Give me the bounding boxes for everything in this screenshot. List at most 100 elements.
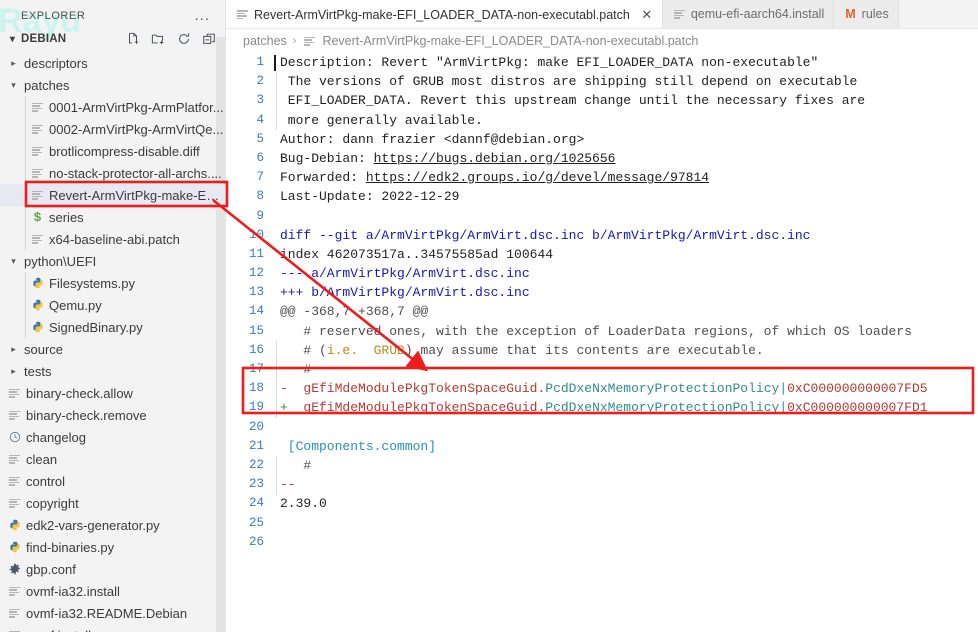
new-folder-icon[interactable] [151,32,166,46]
tree-file-row[interactable]: ovmf-ia32.install [0,580,225,602]
tree-file-row[interactable]: gbp.conf [0,558,225,580]
line-number: 6 [256,150,264,165]
tree-folder-row[interactable]: ▾ python\UEFI [0,250,225,272]
code-text[interactable]: @@ -368,7 +368,7 @@ [274,302,978,321]
tree-item-label: x64-baseline-abi.patch [49,231,180,247]
chevron-down-icon: ▾ [11,79,16,90]
sidebar-section-debian[interactable]: ▾ DEBIAN [0,27,225,51]
tree-file-row[interactable]: $ series [0,206,225,228]
tree-file-row[interactable]: 0001-ArmVirtPkg-ArmPlatfor... [0,96,225,118]
tree-file-row[interactable]: control [0,470,225,492]
code-text[interactable]: +++ b/ArmVirtPkg/ArmVirt.dsc.inc [274,283,978,302]
explorer-more-actions-icon[interactable]: ... [194,8,215,23]
code-text[interactable]: 2.39.0 [274,494,978,513]
line-number: 11 [248,246,264,261]
code-text[interactable]: index 462073517a..34575585ad 100644 [274,245,978,264]
line-number: 13 [248,285,264,300]
editor-tab[interactable]: Mrules [834,0,899,28]
code-text[interactable]: Description: Revert "ArmVirtPkg: make EF… [274,53,978,72]
tree-file-row[interactable]: binary-check.allow [0,382,225,404]
code-token: PcdDxeNxMemoryProtectionPolicy [545,400,780,416]
python-file-icon [29,277,46,289]
tree-folder-row[interactable]: ▸ tests [0,360,225,382]
code-line: 11 index 462073517a..34575585ad 100644 [226,245,978,264]
tree-file-row[interactable]: binary-check.remove [0,404,225,426]
code-text[interactable]: Bug-Debian: https://bugs.debian.org/1025… [274,149,978,168]
line-number: 23 [248,477,264,492]
code-text[interactable]: Author: dann frazier <dannf@debian.org> [274,130,978,149]
tree-file-row[interactable]: 0002-ArmVirtPkg-ArmVirtQe... [0,118,225,140]
code-token: PcdDxeNxMemoryProtectionPolicy [545,381,780,397]
code-editor[interactable]: 1 Description: Revert "ArmVirtPkg: make E… [226,53,978,632]
chevron-right-icon: › [292,35,297,47]
chevron-right-icon: ▸ [11,343,16,354]
refresh-icon[interactable] [177,32,191,46]
tree-file-row[interactable]: ovmf-ia32.README.Debian [0,602,225,624]
shell-script-icon: $ [33,209,42,225]
gear-icon [6,563,23,575]
tree-file-row[interactable]: clean [0,448,225,470]
breadcrumb-folder[interactable]: patches [243,34,287,48]
tree-item-label: binary-check.remove [26,407,147,423]
tree-file-row[interactable]: edk2-vars-generator.py [0,514,225,536]
breadcrumb-file[interactable]: Revert-ArmVirtPkg-make-EFI_LOADER_DATA-n… [322,34,698,48]
sidebar-section-label: DEBIAN [21,33,67,45]
code-text[interactable]: --- a/ArmVirtPkg/ArmVirt.dsc.inc [274,264,978,283]
editor-tab[interactable]: qemu-efi-aarch64.install [662,0,835,28]
code-line: 21 [Components.common] [226,437,978,456]
code-text[interactable]: diff --git a/ArmVirtPkg/ArmVirt.dsc.inc … [274,226,978,245]
code-line: 25 [226,514,978,533]
code-text[interactable]: The versions of GRUB most distros are sh… [274,72,978,91]
tree-file-row[interactable]: brotlicompress-disable.diff [0,140,225,162]
line-number: 14 [248,304,264,319]
tree-item-label: no-stack-protector-all-archs.... [49,165,222,181]
code-token: Description: Revert "ArmVirtPkg: make EF… [280,55,819,70]
tree-item-label: Filesystems.py [49,275,135,291]
tree-folder-row[interactable]: ▾ patches [0,74,225,96]
code-line: 15 # reserved ones, with the exception o… [226,322,978,341]
tree-file-row[interactable]: Filesystems.py [0,272,225,294]
file-lines-icon [6,454,23,464]
tree-file-row[interactable]: changelog [0,426,225,448]
code-token: ) may assume that its contents are execu… [404,342,764,358]
tree-file-row[interactable]: Qemu.py [0,294,225,316]
tree-file-row[interactable]: copyright [0,492,225,514]
line-number: 15 [248,323,264,338]
code-text[interactable]: + gEfiMdeModulePkgTokenSpaceGuid.PcdDxeN… [274,398,978,417]
code-token: i.e. [326,342,359,358]
code-text[interactable]: # reserved ones, with the exception of L… [274,322,978,341]
tree-file-row[interactable]: SignedBinary.py [0,316,225,338]
code-token: diff --git a/ArmVirtPkg/ArmVirt.dsc.inc … [280,227,811,243]
code-text[interactable]: # [274,456,978,475]
tree-item-label: source [24,341,64,357]
tree-file-row[interactable]: find-binaries.py [0,536,225,558]
tree-item-label: changelog [26,429,86,445]
code-token: # reserved ones, with the exception of L… [280,323,912,339]
line-number: 3 [256,93,264,108]
editor-tab[interactable]: Revert-ArmVirtPkg-make-EFI_LOADER_DATA-n… [226,0,663,28]
tree-item-label: patches [24,77,70,93]
code-line: 19 + gEfiMdeModulePkgTokenSpaceGuid.PcdDx… [226,398,978,417]
code-text[interactable]: [Components.common] [274,437,978,456]
tree-file-row[interactable]: no-stack-protector-all-archs.... [0,162,225,184]
code-text[interactable]: # [274,360,978,379]
tree-file-row[interactable]: ovmf.install [0,624,225,632]
tree-folder-row[interactable]: ▸ source [0,338,225,360]
new-file-icon[interactable] [126,32,140,46]
makefile-icon: M [845,7,856,21]
code-text[interactable]: Forwarded: https://edk2.groups.io/g/deve… [274,168,978,187]
code-text[interactable]: EFI_LOADER_DATA. Revert this upstream ch… [274,91,978,110]
code-text[interactable]: - gEfiMdeModulePkgTokenSpaceGuid.PcdDxeN… [274,379,978,398]
collapse-all-icon[interactable] [202,32,216,46]
code-text[interactable]: -- [274,475,978,494]
tree-file-row[interactable]: Revert-ArmVirtPkg-make-EFI... [0,184,225,206]
python-file-icon [6,519,23,531]
tree-folder-row[interactable]: ▸ descriptors [0,52,225,74]
code-text[interactable]: more generally available. [274,111,978,130]
code-token: # ( [280,342,327,358]
code-token: 0xC000000000007FD5 [787,381,928,397]
code-text[interactable]: # (i.e. GRUB) may assume that its conten… [274,341,978,360]
close-icon[interactable]: ✕ [641,7,653,23]
code-text[interactable]: Last-Update: 2022-12-29 [274,187,978,206]
tree-file-row[interactable]: x64-baseline-abi.patch [0,228,225,250]
